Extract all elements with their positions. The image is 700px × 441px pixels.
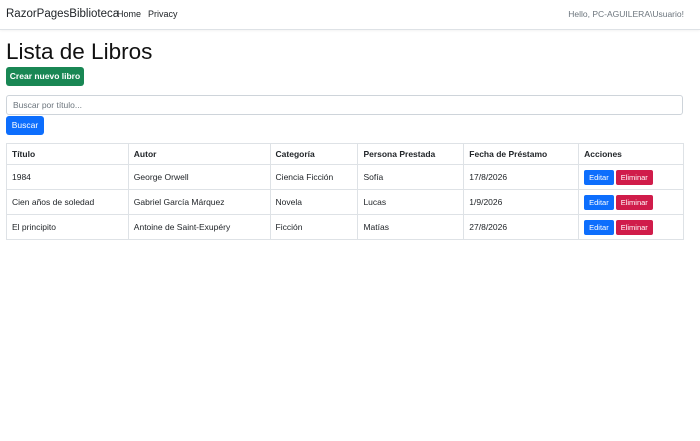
- delete-button[interactable]: Eliminar: [615, 219, 653, 235]
- cell-categoria: Ficción: [269, 214, 359, 240]
- cell-fecha: 17/8/2026: [463, 164, 580, 190]
- header-categoria: Categoría: [269, 143, 359, 165]
- nav-home-link[interactable]: Home: [117, 9, 141, 19]
- cell-acciones: Editar Eliminar: [578, 189, 684, 215]
- user-greeting: Hello, PC-AGUILERA\Usuario!: [568, 9, 684, 19]
- cell-persona: Sofía: [357, 164, 465, 190]
- page-title: Lista de Libros: [6, 39, 153, 64]
- delete-button[interactable]: Eliminar: [615, 169, 653, 185]
- cell-autor: Gabriel García Márquez: [127, 189, 271, 215]
- cell-acciones: Editar Eliminar: [578, 214, 684, 240]
- cell-fecha: 27/8/2026: [463, 214, 580, 240]
- search-button[interactable]: Buscar: [6, 116, 44, 135]
- header-acciones: Acciones: [578, 143, 684, 165]
- table-row: 1984 George Orwell Ciencia Ficción Sofía…: [6, 164, 684, 190]
- edit-button[interactable]: Editar: [584, 194, 614, 210]
- cell-titulo: El principito: [6, 214, 129, 240]
- header-fecha-prestamo: Fecha de Préstamo: [463, 143, 580, 165]
- search-input[interactable]: [6, 95, 683, 115]
- create-book-button[interactable]: Crear nuevo libro: [6, 67, 84, 86]
- cell-autor: Antoine de Saint-Exupéry: [127, 214, 271, 240]
- delete-button[interactable]: Eliminar: [615, 194, 653, 210]
- books-table: Título Autor Categoría Persona Prestada …: [6, 143, 684, 240]
- table-header-row: Título Autor Categoría Persona Prestada …: [6, 143, 684, 165]
- cell-persona: Matías: [357, 214, 465, 240]
- nav-privacy-link[interactable]: Privacy: [148, 9, 178, 19]
- table-row: El principito Antoine de Saint-Exupéry F…: [6, 214, 684, 240]
- brand-link[interactable]: RazorPagesBiblioteca: [6, 8, 119, 20]
- header-autor: Autor: [127, 143, 271, 165]
- header-persona-prestada: Persona Prestada: [357, 143, 465, 165]
- top-navbar: RazorPagesBiblioteca Home Privacy Hello,…: [0, 0, 700, 30]
- cell-fecha: 1/9/2026: [463, 189, 580, 215]
- header-titulo: Título: [6, 143, 129, 165]
- cell-categoria: Ciencia Ficción: [269, 164, 359, 190]
- edit-button[interactable]: Editar: [584, 219, 614, 235]
- cell-titulo: Cien años de soledad: [6, 189, 129, 215]
- cell-acciones: Editar Eliminar: [578, 164, 684, 190]
- cell-categoria: Novela: [269, 189, 359, 215]
- cell-persona: Lucas: [357, 189, 465, 215]
- cell-autor: George Orwell: [127, 164, 271, 190]
- table-row: Cien años de soledad Gabriel García Márq…: [6, 189, 684, 215]
- cell-titulo: 1984: [6, 164, 129, 190]
- edit-button[interactable]: Editar: [584, 169, 614, 185]
